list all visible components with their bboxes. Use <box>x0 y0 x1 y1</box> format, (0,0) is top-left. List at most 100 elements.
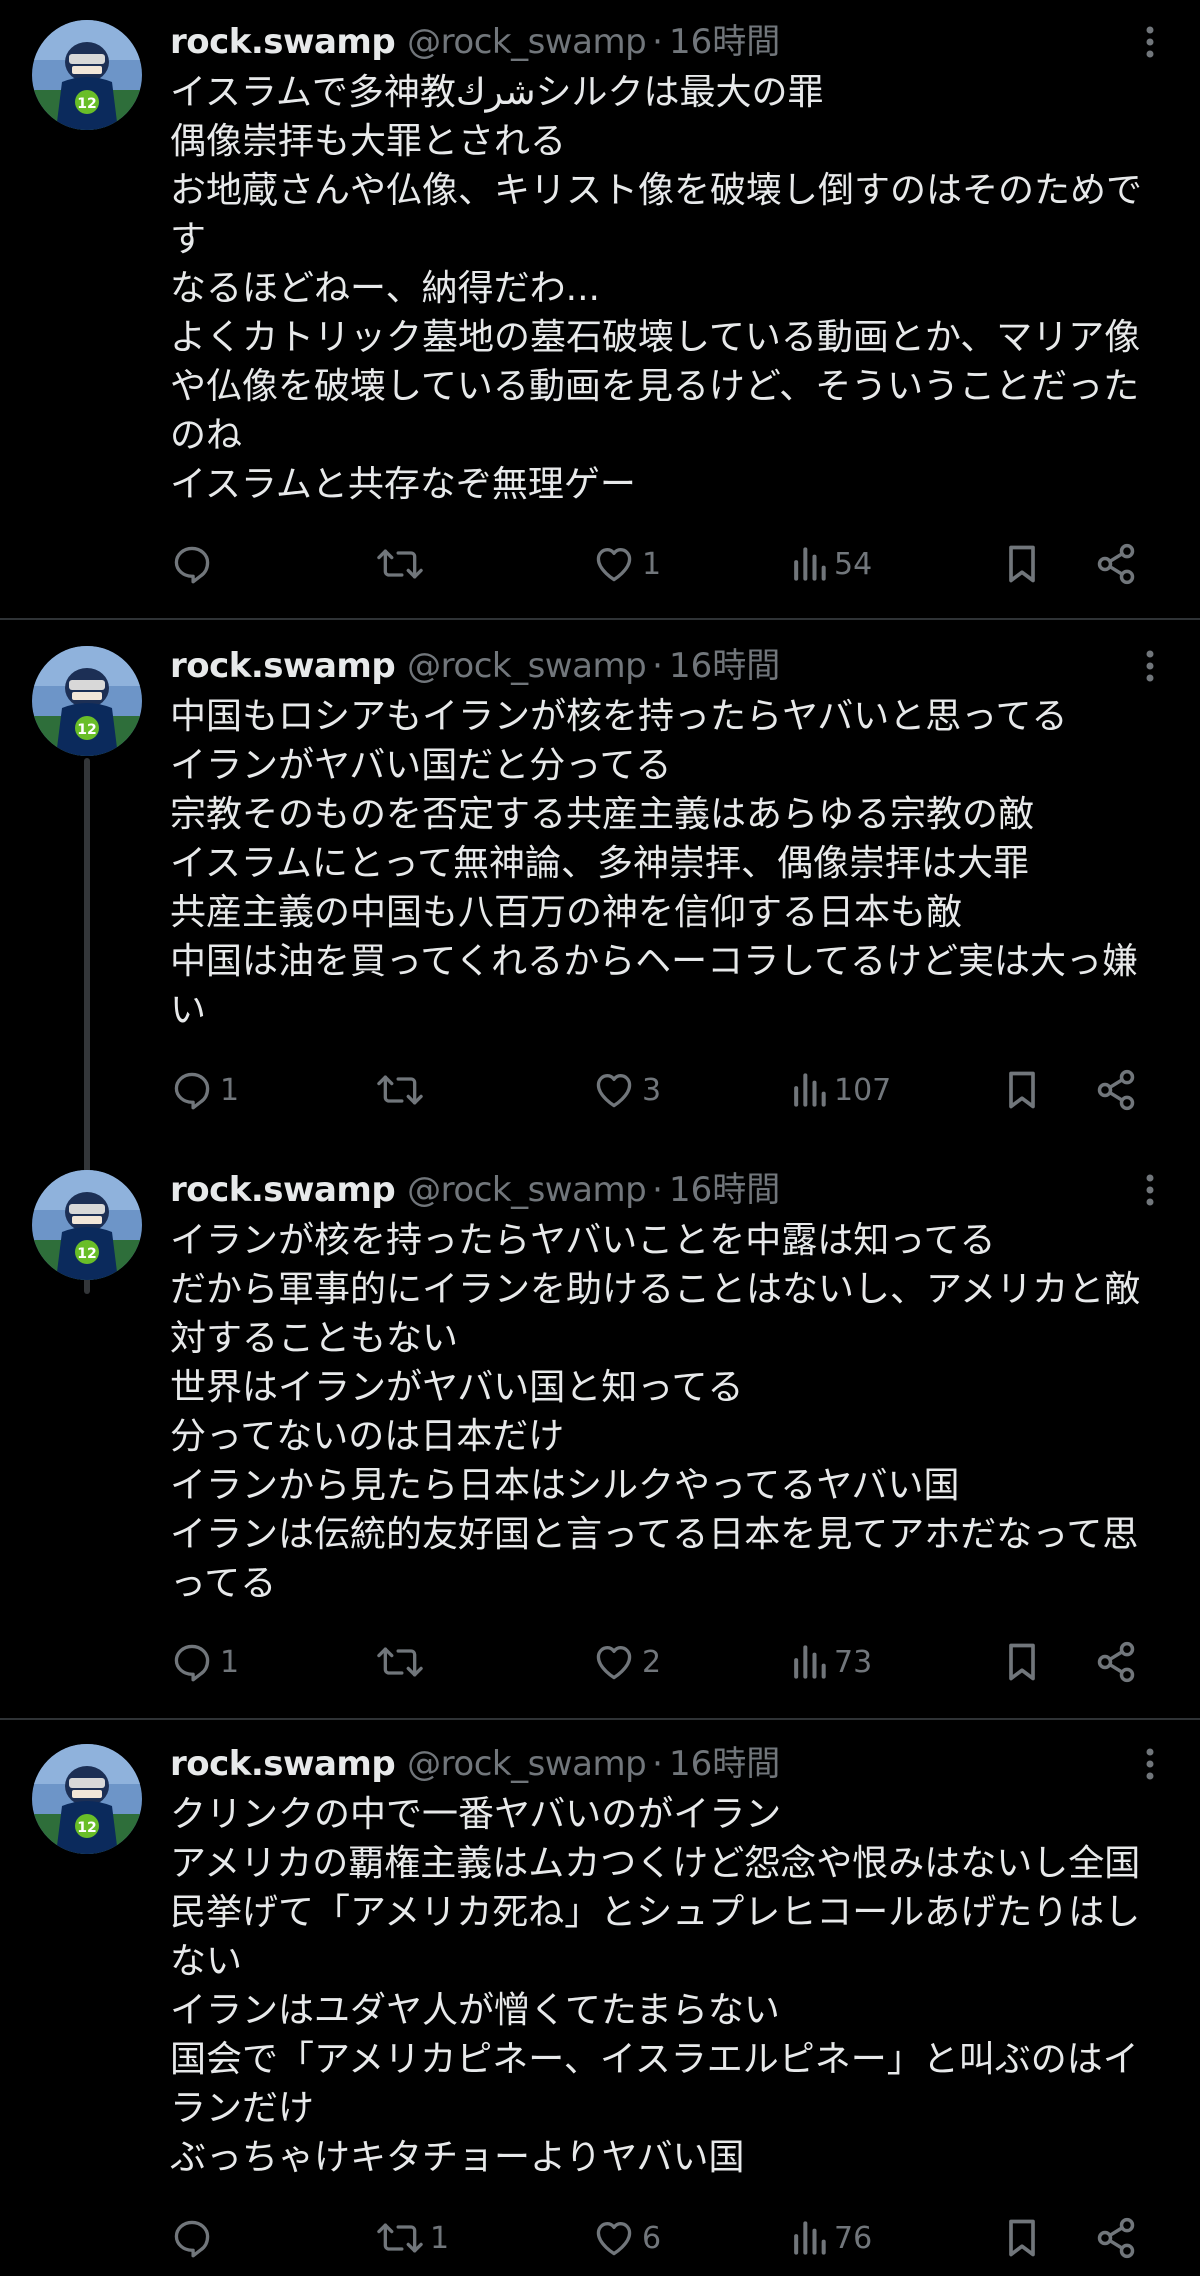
views-button[interactable]: 54 <box>790 536 872 592</box>
action-bar: 1 54 <box>170 536 1170 592</box>
views-count: 54 <box>834 546 873 582</box>
text-line: ランだけ <box>170 2088 315 2129</box>
like-button[interactable]: 2 <box>592 1634 661 1690</box>
text-line: イランが核を持ったらヤバいことを中露は知ってる <box>170 1220 996 1261</box>
reply-button[interactable] <box>170 536 220 592</box>
like-count: 2 <box>642 1644 662 1680</box>
views-button[interactable]: 107 <box>790 1062 891 1118</box>
views-icon <box>790 1640 828 1684</box>
avatar[interactable]: 12 <box>32 646 142 756</box>
user-handle[interactable]: @rock_swamp <box>407 18 646 66</box>
views-button[interactable]: 76 <box>790 2210 872 2266</box>
svg-text:12: 12 <box>77 1820 96 1836</box>
post-text: クリンクの中で一番ヤバいのがイラン アメリカの覇権主義はムカつくけど怨念や恨みは… <box>170 1790 1170 2182</box>
text-line: 民挙げて「アメリカ死ね」とシュプレヒコールあげたりはし <box>170 1892 1141 1933</box>
avatar[interactable]: 12 <box>32 1744 142 1854</box>
bookmark-button[interactable] <box>1002 2210 1042 2266</box>
action-bar: 1 3 107 <box>170 1062 1170 1118</box>
repost-button[interactable] <box>376 536 430 592</box>
display-name[interactable]: rock.swamp <box>170 18 396 66</box>
text-line: 宗教そのものを否定する共産主義はあらゆる宗教の敵 <box>170 794 1035 835</box>
share-icon <box>1094 542 1138 586</box>
svg-text:12: 12 <box>77 1246 96 1262</box>
display-name[interactable]: rock.swamp <box>170 1740 396 1788</box>
post-text: イスラムで多神教شركシルクは最大の罪 偶像崇拝も大罪とされる お地蔵さんや仏像… <box>170 68 1170 509</box>
timestamp[interactable]: 16時間 <box>669 1166 780 1214</box>
text-line: 共産主義の中国も八百万の神を信仰する日本も敵 <box>170 892 963 933</box>
action-bar: 1 6 76 <box>170 2210 1170 2266</box>
more-icon[interactable] <box>1130 646 1170 686</box>
reply-button[interactable] <box>170 2210 220 2266</box>
reply-icon <box>170 1640 214 1684</box>
bookmark-icon <box>1002 542 1042 586</box>
share-icon <box>1094 1068 1138 1112</box>
views-icon <box>790 542 828 586</box>
text-line: イランから見たら日本はシルクやってるヤバい国 <box>170 1465 960 1506</box>
heart-icon <box>592 2216 636 2260</box>
repost-icon <box>376 542 424 586</box>
text-line: イランはユダヤ人が憎くてたまらない <box>170 1990 780 2031</box>
repost-button[interactable] <box>376 1634 430 1690</box>
user-handle[interactable]: @rock_swamp <box>407 1166 646 1214</box>
avatar[interactable]: 12 <box>32 20 142 130</box>
views-button[interactable]: 73 <box>790 1634 872 1690</box>
post-1[interactable]: 12 rock.swamp @rock_swamp · 16時間 イスラムで多神… <box>0 0 1200 618</box>
separator-dot: · <box>652 22 663 62</box>
like-count: 1 <box>642 546 662 582</box>
bookmark-icon <box>1002 2216 1042 2260</box>
text-line: い <box>170 990 207 1031</box>
repost-count: 1 <box>430 2220 450 2256</box>
reply-button[interactable]: 1 <box>170 1062 239 1118</box>
user-handle[interactable]: @rock_swamp <box>407 642 646 690</box>
post-header: rock.swamp @rock_swamp · 16時間 <box>170 18 780 66</box>
timestamp[interactable]: 16時間 <box>669 18 780 66</box>
repost-button[interactable] <box>376 1062 430 1118</box>
svg-text:12: 12 <box>77 722 96 738</box>
separator-dot: · <box>652 1744 663 1784</box>
post-4[interactable]: 12 rock.swamp @rock_swamp · 16時間 クリンクの中で… <box>0 1726 1200 2276</box>
text-line: イランがヤバい国だと分ってる <box>170 745 672 786</box>
share-button[interactable] <box>1094 1062 1138 1118</box>
more-icon[interactable] <box>1130 22 1170 62</box>
heart-icon <box>592 1068 636 1112</box>
bookmark-button[interactable] <box>1002 536 1042 592</box>
text-line: 分ってないのは日本だけ <box>170 1416 565 1457</box>
avatar-image: 12 <box>32 1744 142 1854</box>
repost-button[interactable]: 1 <box>376 2210 449 2266</box>
text-line: 対することもない <box>170 1318 459 1359</box>
share-button[interactable] <box>1094 2210 1138 2266</box>
text-line: 偶像崇拝も大罪とされる <box>170 121 567 162</box>
share-button[interactable] <box>1094 536 1138 592</box>
avatar[interactable]: 12 <box>32 1170 142 1280</box>
text-line: お地蔵さんや仏像、キリスト像を破壊し倒すのはそのためで <box>170 170 1143 211</box>
like-count: 6 <box>642 2220 662 2256</box>
text-line: 中国は油を買ってくれるからヘーコラしてるけど実は大っ嫌 <box>170 941 1139 982</box>
text-line: イスラムと共存なぞ無理ゲー <box>170 464 636 505</box>
bookmark-icon <box>1002 1068 1042 1112</box>
timestamp[interactable]: 16時間 <box>669 642 780 690</box>
reply-count: 1 <box>220 1644 240 1680</box>
post-3[interactable]: 12 rock.swamp @rock_swamp · 16時間 イランが核を持… <box>0 1152 1200 1712</box>
post-divider <box>0 618 1200 620</box>
reply-icon <box>170 542 214 586</box>
more-icon[interactable] <box>1130 1170 1170 1210</box>
display-name[interactable]: rock.swamp <box>170 642 396 690</box>
more-icon[interactable] <box>1130 1744 1170 1784</box>
timestamp[interactable]: 16時間 <box>669 1740 780 1788</box>
text-line: 国会で「アメリカピネー、イスラエルピネー」と叫ぶのはイ <box>170 2039 1139 2080</box>
svg-text:12: 12 <box>77 96 96 112</box>
like-button[interactable]: 3 <box>592 1062 661 1118</box>
repost-icon <box>376 1068 424 1112</box>
display-name[interactable]: rock.swamp <box>170 1166 396 1214</box>
bookmark-button[interactable] <box>1002 1634 1042 1690</box>
like-button[interactable]: 1 <box>592 536 661 592</box>
like-button[interactable]: 6 <box>592 2210 661 2266</box>
user-handle[interactable]: @rock_swamp <box>407 1740 646 1788</box>
text-line: ぶっちゃけキタチョーよりヤバい国 <box>170 2137 745 2178</box>
bookmark-button[interactable] <box>1002 1062 1042 1118</box>
reply-button[interactable]: 1 <box>170 1634 239 1690</box>
text-line: 世界はイランがヤバい国と知ってる <box>170 1367 744 1408</box>
separator-dot: · <box>652 1170 663 1210</box>
post-2[interactable]: 12 rock.swamp @rock_swamp · 16時間 中国もロシアも… <box>0 628 1200 1294</box>
share-button[interactable] <box>1094 1634 1138 1690</box>
